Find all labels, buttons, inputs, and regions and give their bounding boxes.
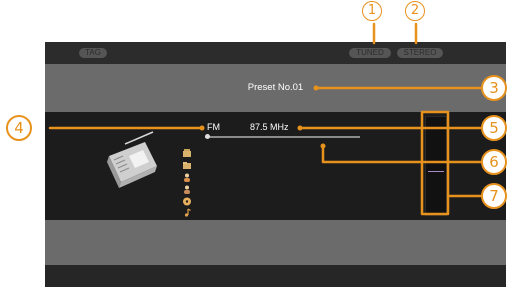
callout-lines bbox=[48, 22, 485, 216]
callout-6: 6 bbox=[481, 149, 507, 175]
callout-3: 3 bbox=[481, 75, 507, 101]
callout-4: 4 bbox=[6, 115, 32, 141]
callout-5: 5 bbox=[481, 115, 507, 141]
callout-7: 7 bbox=[481, 183, 507, 209]
